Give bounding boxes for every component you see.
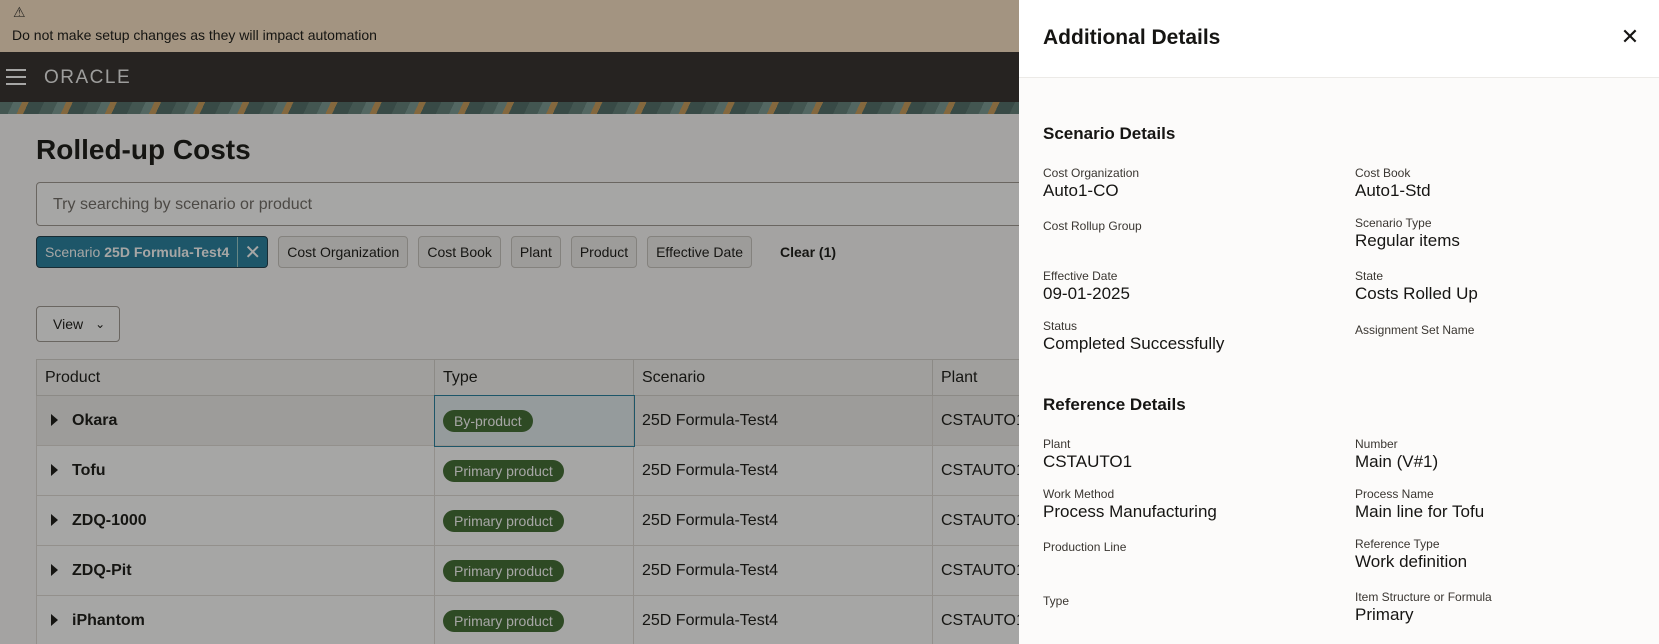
production-line-field: Production Line: [1043, 540, 1333, 554]
assignment-set-name-field: Assignment Set Name: [1355, 323, 1645, 337]
field-value: Auto1-CO: [1043, 181, 1119, 200]
reference-details-heading: Reference Details: [1043, 395, 1186, 414]
field-label: Work Method: [1043, 487, 1115, 501]
field-label: State: [1355, 269, 1384, 283]
field-label: Process Name: [1355, 487, 1434, 501]
drawer-header: Additional Details ✕: [1019, 0, 1659, 78]
field-label: Status: [1043, 319, 1078, 333]
effective-date-field: Effective Date 09-01-2025: [1043, 269, 1333, 304]
drawer-title: Additional Details: [1043, 26, 1221, 49]
field-label: Effective Date: [1043, 269, 1118, 283]
scenario-type-field: Scenario Type Regular items: [1355, 216, 1645, 251]
field-value: Regular items: [1355, 231, 1460, 250]
field-value: Primary: [1355, 605, 1414, 624]
reference-type-field: Reference Type Work definition: [1355, 537, 1645, 572]
field-value: Main (V#1): [1355, 452, 1439, 471]
cost-rollup-group-field: Cost Rollup Group: [1043, 219, 1333, 233]
field-value: CSTAUTO1: [1043, 452, 1133, 471]
type-field: Type: [1043, 594, 1333, 608]
field-label: Cost Rollup Group: [1043, 219, 1142, 233]
field-label: Type: [1043, 594, 1070, 608]
field-value: Main line for Tofu: [1355, 502, 1485, 521]
status-field: Status Completed Successfully: [1043, 319, 1333, 354]
state-field: State Costs Rolled Up: [1355, 269, 1645, 304]
process-name-field: Process Name Main line for Tofu: [1355, 487, 1645, 522]
field-label: Plant: [1043, 437, 1071, 451]
modal-overlay[interactable]: [0, 0, 1019, 644]
item-structure-field: Item Structure or Formula Primary: [1355, 590, 1645, 625]
number-field: Number Main (V#1): [1355, 437, 1645, 472]
additional-details-drawer: Additional Details ✕ Scenario Details Co…: [1019, 0, 1659, 644]
plant-field: Plant CSTAUTO1: [1043, 437, 1333, 472]
field-label: Number: [1355, 437, 1398, 451]
field-value: Completed Successfully: [1043, 334, 1225, 353]
cost-organization-field: Cost Organization Auto1-CO: [1043, 166, 1333, 201]
field-label: Reference Type: [1355, 537, 1440, 551]
field-value: Work definition: [1355, 552, 1468, 571]
cost-book-field: Cost Book Auto1-Std: [1355, 166, 1645, 201]
field-label: Item Structure or Formula: [1355, 590, 1492, 604]
field-label: Cost Organization: [1043, 166, 1140, 180]
work-method-field: Work Method Process Manufacturing: [1043, 487, 1333, 522]
field-value: Auto1-Std: [1355, 181, 1431, 200]
close-icon[interactable]: ✕: [1619, 26, 1641, 48]
scenario-details-heading: Scenario Details: [1043, 124, 1176, 143]
field-label: Cost Book: [1355, 166, 1411, 180]
field-value: Process Manufacturing: [1043, 502, 1217, 521]
field-value: 09-01-2025: [1043, 284, 1130, 303]
field-label: Assignment Set Name: [1355, 323, 1475, 337]
field-value: Costs Rolled Up: [1355, 284, 1478, 303]
field-label: Production Line: [1043, 540, 1127, 554]
field-label: Scenario Type: [1355, 216, 1432, 230]
